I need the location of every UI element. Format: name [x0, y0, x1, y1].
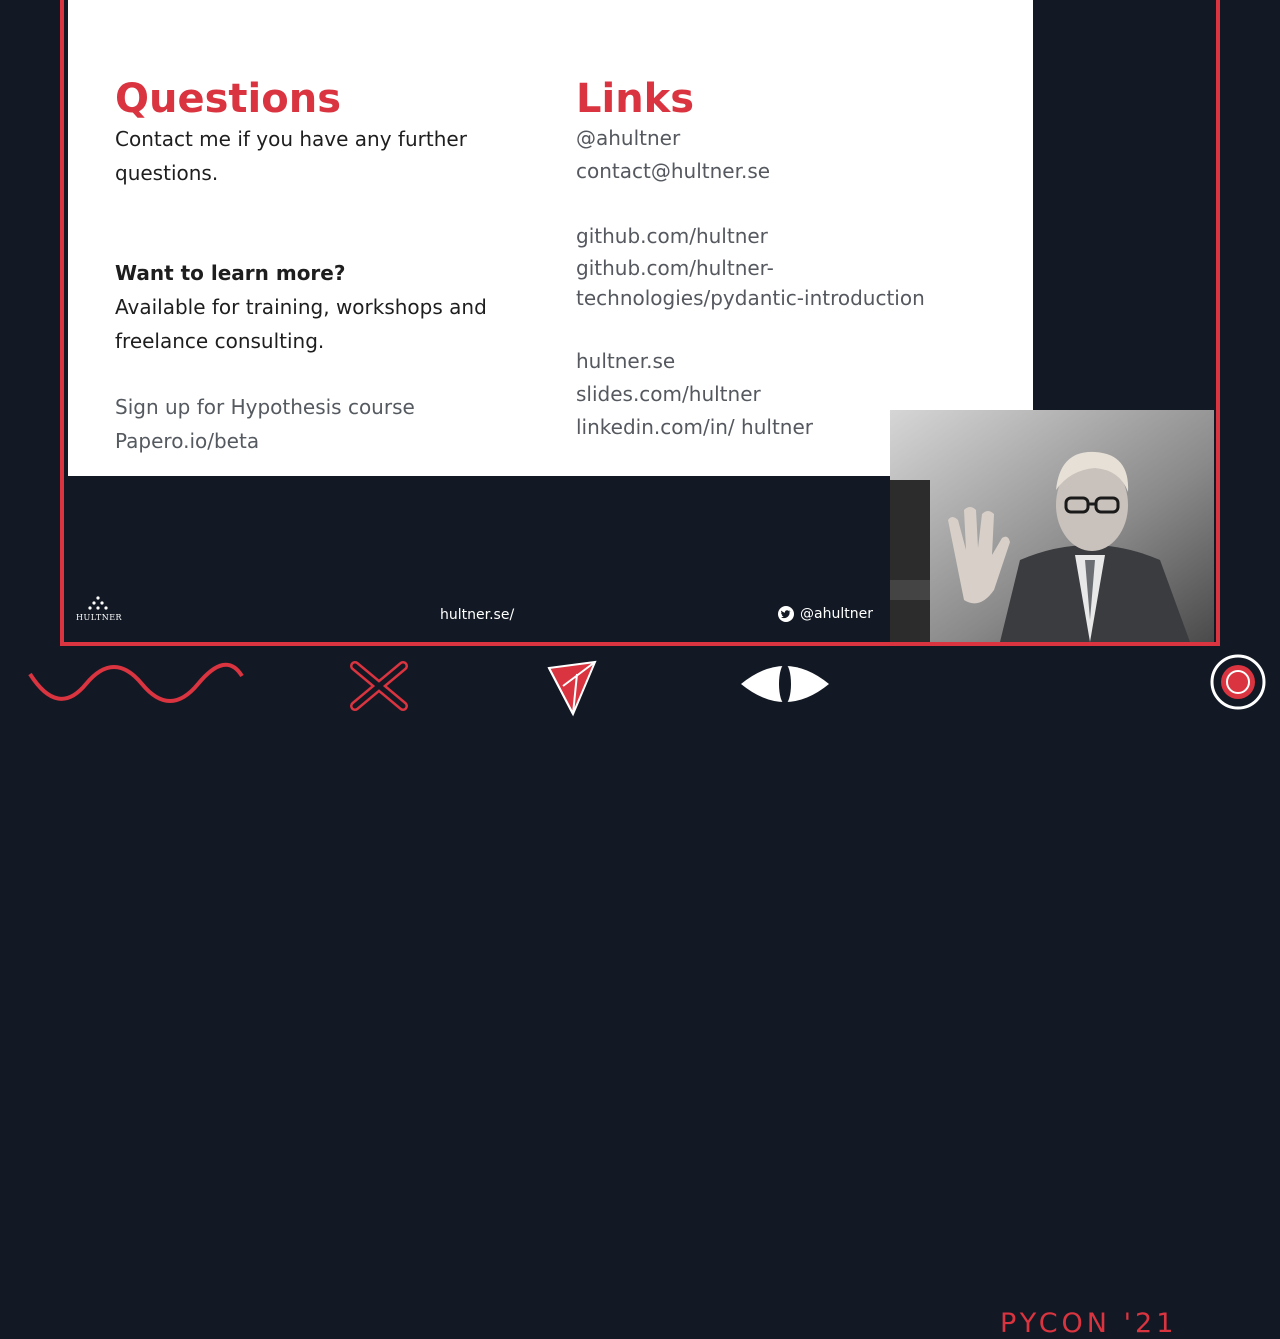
- link-twitter-handle[interactable]: @ahultner: [576, 122, 1016, 155]
- signup-link[interactable]: Papero.io/beta: [115, 424, 535, 458]
- links-title: Links: [576, 76, 695, 122]
- pycon-label: PYCON '21: [1000, 1308, 1178, 1339]
- learn-heading: Want to learn more?: [115, 261, 346, 285]
- link-repo-line-1[interactable]: github.com/hultner-: [576, 253, 1016, 283]
- hultner-logo: HULTNER: [74, 594, 122, 634]
- cross-icon: [350, 661, 408, 711]
- triangle-icon: [547, 660, 597, 717]
- eye-icon: [741, 664, 829, 704]
- intro-line-1: Contact me if you have any further: [115, 127, 467, 151]
- webcam-feed: [890, 410, 1214, 642]
- footer-website[interactable]: hultner.se/: [440, 607, 514, 623]
- slide: Questions Contact me if you have any fur…: [68, 0, 1033, 476]
- target-icon: [1210, 654, 1266, 710]
- wave-icon: [28, 662, 244, 703]
- logo-text: HULTNER: [76, 613, 123, 622]
- speaker-video: [890, 410, 1214, 642]
- learn-line-1: Available for training, workshops and: [115, 295, 487, 319]
- links-column: Links @ahultner contact@hultner.se githu…: [576, 76, 1016, 444]
- footer-twitter[interactable]: @ahultner: [778, 606, 873, 622]
- learn-line-2: freelance consulting.: [115, 329, 325, 353]
- signup-line: Sign up for Hypothesis course: [115, 395, 415, 419]
- conference-bar: PYCON '21: [0, 646, 1280, 1339]
- intro-line-2: questions.: [115, 161, 219, 185]
- link-slides[interactable]: slides.com/hultner: [576, 378, 1016, 411]
- questions-title: Questions: [115, 76, 342, 122]
- questions-column: Questions Contact me if you have any fur…: [115, 76, 535, 458]
- link-website[interactable]: hultner.se: [576, 345, 1016, 378]
- link-repo-line-2[interactable]: technologies/pydantic-introduction: [576, 283, 1016, 313]
- link-github[interactable]: github.com/hultner: [576, 220, 1016, 253]
- twitter-icon: [778, 606, 794, 622]
- link-email[interactable]: contact@hultner.se: [576, 155, 1016, 188]
- footer-twitter-handle: @ahultner: [800, 606, 873, 622]
